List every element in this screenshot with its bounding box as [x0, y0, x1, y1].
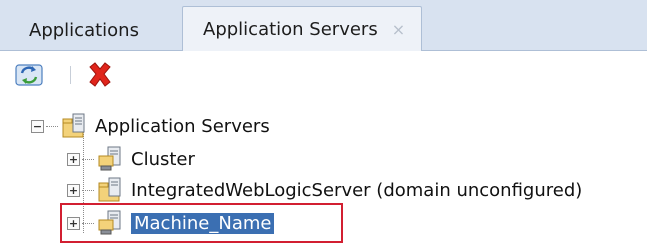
toolbar-separator: [70, 66, 71, 84]
tree-node-integrated-weblogic-server[interactable]: + IntegratedWebLogicServer (domain uncon…: [67, 175, 582, 205]
delete-icon: [89, 62, 111, 87]
tree-node-label: IntegratedWebLogicServer (domain unconfi…: [131, 179, 583, 201]
server-folder-icon: [61, 113, 87, 139]
delete-button[interactable]: [84, 60, 116, 90]
tab-application-servers-label: Application Servers: [203, 19, 378, 40]
tree-node-label: Cluster: [131, 148, 195, 170]
close-icon[interactable]: ×: [392, 20, 405, 39]
refresh-icon: [15, 64, 43, 86]
collapse-toggle[interactable]: −: [31, 119, 44, 133]
tab-application-servers[interactable]: Application Servers ×: [182, 6, 422, 52]
tab-bar: Applications Application Servers ×: [0, 0, 647, 52]
server-folder-icon: [97, 177, 123, 203]
expand-toggle[interactable]: +: [67, 152, 80, 166]
cluster-icon: [97, 146, 123, 172]
tree-node-cluster[interactable]: + Cluster: [67, 144, 195, 174]
tab-applications-label: Applications: [29, 19, 139, 41]
tree-node-root[interactable]: − Application Servers: [31, 111, 270, 141]
highlight-annotation-box: [60, 203, 343, 243]
expand-toggle[interactable]: +: [67, 183, 80, 197]
toolbar: [0, 51, 647, 99]
tree-node-label: Application Servers: [95, 115, 270, 137]
tab-applications[interactable]: Applications: [15, 9, 157, 51]
refresh-button[interactable]: [13, 60, 45, 90]
